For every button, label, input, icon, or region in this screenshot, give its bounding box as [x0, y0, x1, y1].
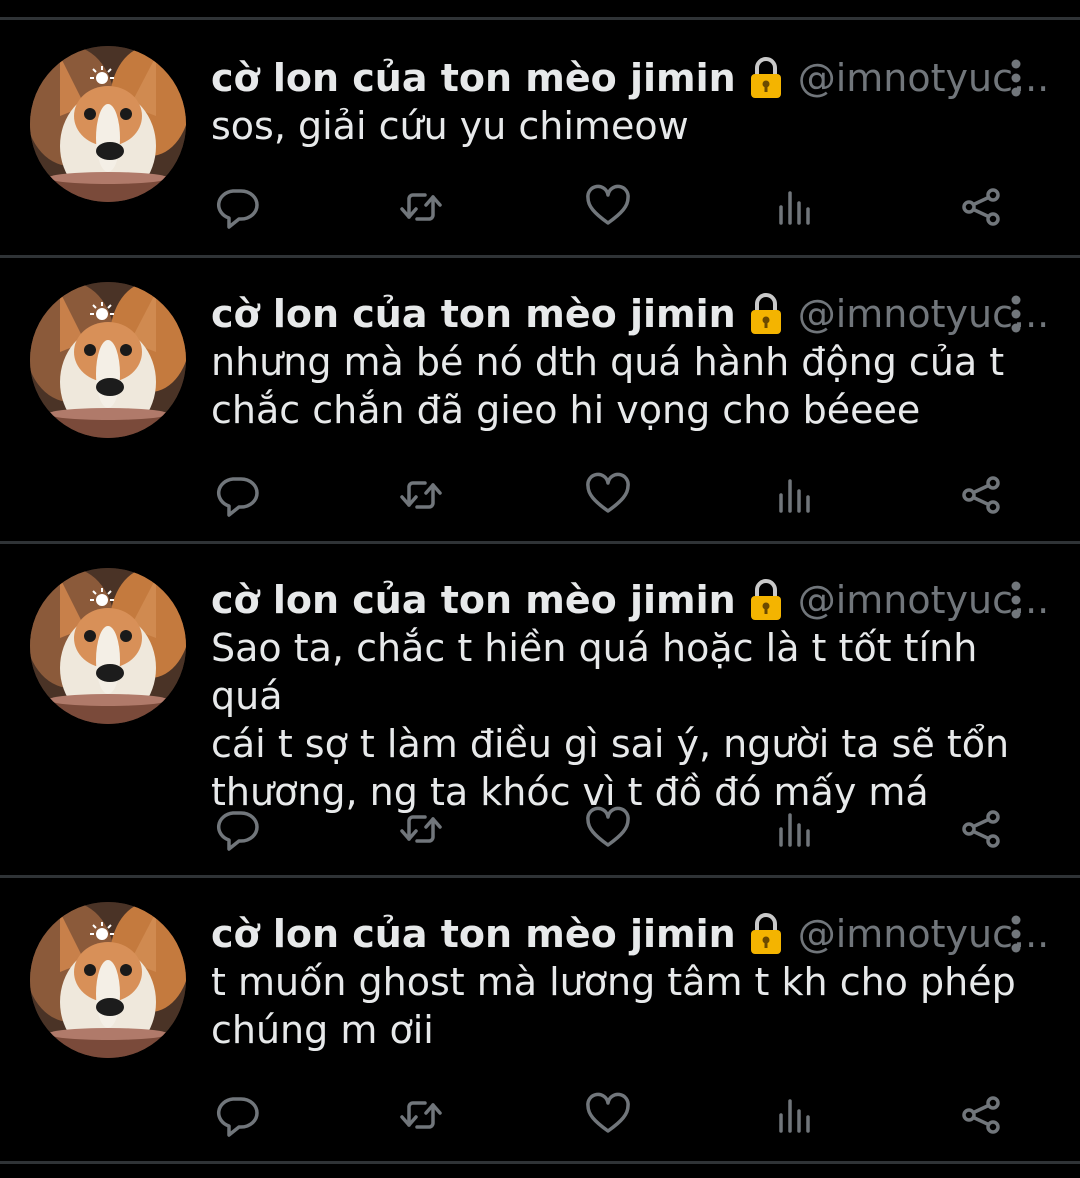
tweet[interactable]: cờ lon của ton mèo jimin @imnotyuc... Sao… [0, 544, 1080, 878]
display-name[interactable]: cờ lon của ton mèo jimin [211, 289, 736, 339]
action-bar [211, 1091, 1031, 1139]
reply-icon[interactable] [213, 1091, 261, 1139]
display-name[interactable]: cờ lon của ton mèo jimin [211, 909, 736, 959]
like-icon[interactable] [584, 471, 632, 519]
tweet-header: cờ lon của ton mèo jimin @imnotyuc... [211, 289, 1049, 339]
views-icon[interactable] [771, 805, 819, 853]
share-icon[interactable] [957, 1091, 1005, 1139]
more-vertical-icon[interactable] [1004, 914, 1028, 954]
avatar[interactable] [30, 902, 186, 1058]
tweet-text: Sao ta, chắc t hiền quá hoặc là t tốt tí… [211, 626, 1010, 814]
retweet-icon[interactable] [397, 471, 445, 519]
tweet[interactable]: cờ lon của ton mèo jimin @imnotyuc... t m… [0, 878, 1080, 1164]
action-bar [211, 183, 1031, 231]
reply-icon[interactable] [213, 805, 261, 853]
tweet-text: sos, giải cứu yu chimeow [211, 104, 689, 148]
reply-icon[interactable] [213, 183, 261, 231]
share-icon[interactable] [957, 471, 1005, 519]
more-vertical-icon[interactable] [1004, 294, 1028, 334]
lock-icon [748, 577, 784, 623]
retweet-icon[interactable] [397, 183, 445, 231]
tweet[interactable]: cờ lon của ton mèo jimin @imnotyuc... sos… [0, 22, 1080, 258]
lock-icon [748, 291, 784, 337]
action-bar [211, 805, 1031, 853]
views-icon[interactable] [771, 1091, 819, 1139]
views-icon[interactable] [771, 471, 819, 519]
action-bar [211, 471, 1031, 519]
like-icon[interactable] [584, 183, 632, 231]
tweet-feed: cờ lon của ton mèo jimin @imnotyuc... sos… [0, 22, 1080, 1164]
lock-icon [748, 55, 784, 101]
more-vertical-icon[interactable] [1004, 58, 1028, 98]
like-icon[interactable] [584, 1091, 632, 1139]
like-icon[interactable] [584, 805, 632, 853]
reply-icon[interactable] [213, 471, 261, 519]
tweet-header: cờ lon của ton mèo jimin @imnotyuc... [211, 909, 1049, 959]
tweet-header: cờ lon của ton mèo jimin @imnotyuc... [211, 575, 1049, 625]
retweet-icon[interactable] [397, 805, 445, 853]
more-vertical-icon[interactable] [1004, 580, 1028, 620]
avatar[interactable] [30, 282, 186, 438]
tweet-text: t muốn ghost mà lương tâm t kh cho phép … [211, 960, 1016, 1052]
display-name[interactable]: cờ lon của ton mèo jimin [211, 575, 736, 625]
avatar[interactable] [30, 46, 186, 202]
lock-icon [748, 911, 784, 957]
avatar[interactable] [30, 568, 186, 724]
tweet[interactable]: cờ lon của ton mèo jimin @imnotyuc... như… [0, 258, 1080, 544]
display-name[interactable]: cờ lon của ton mèo jimin [211, 53, 736, 103]
top-divider [0, 0, 1080, 20]
views-icon[interactable] [771, 183, 819, 231]
retweet-icon[interactable] [397, 1091, 445, 1139]
tweet-text: nhưng mà bé nó dth quá hành động của t c… [211, 340, 1005, 432]
share-icon[interactable] [957, 183, 1005, 231]
tweet-header: cờ lon của ton mèo jimin @imnotyuc... [211, 53, 1049, 103]
share-icon[interactable] [957, 805, 1005, 853]
